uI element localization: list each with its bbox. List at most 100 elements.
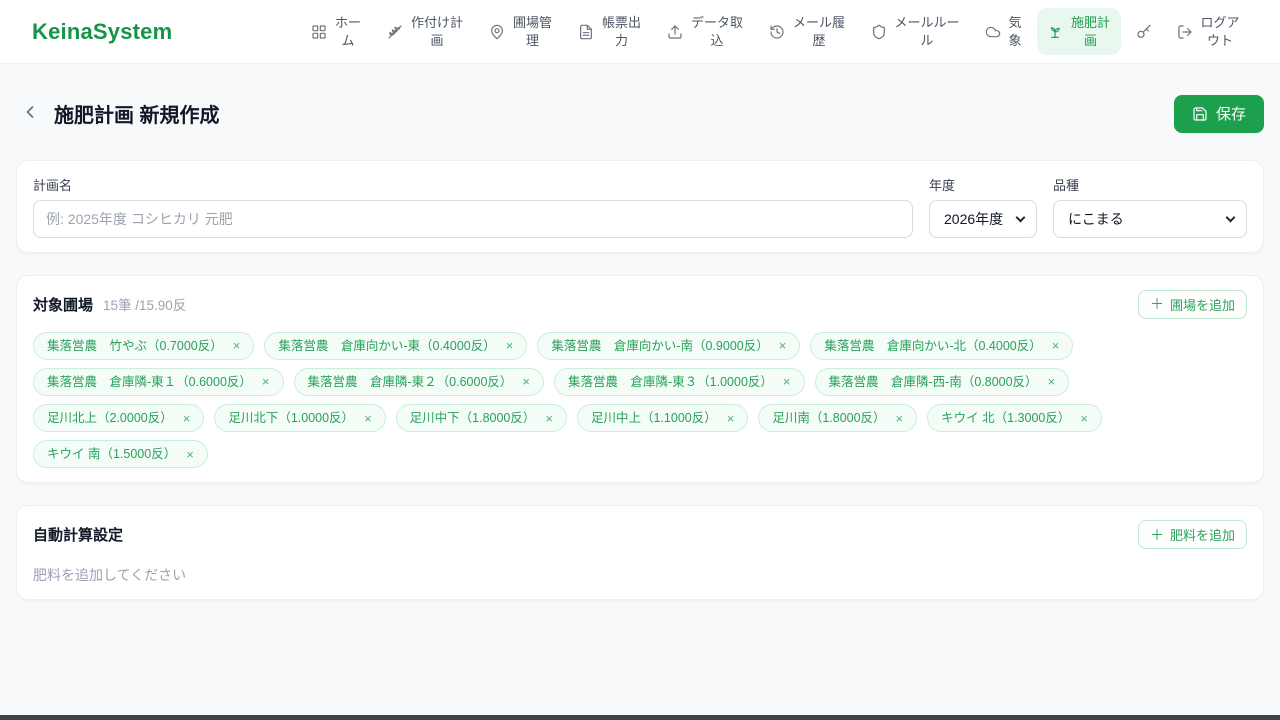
plan-name-input[interactable]: [33, 199, 913, 238]
field-chip: 集落営農 倉庫向かい-南（0.9000反） ×: [537, 331, 801, 360]
chip-remove-button[interactable]: ×: [545, 412, 553, 425]
plus-icon: ＋: [1149, 296, 1164, 313]
variety-field: 品種 にこまる: [1053, 175, 1247, 238]
nav-item-label: データ取込: [690, 14, 743, 48]
field-chip: 足川南（1.8000反） ×: [758, 404, 918, 433]
page-title: 施肥計画 新規作成: [54, 105, 220, 128]
field-chip-label: 集落営農 倉庫隣-東３（1.0000反）: [568, 374, 773, 389]
chip-remove-button[interactable]: ×: [183, 412, 191, 425]
nav-item-label: 施肥計画: [1070, 14, 1110, 48]
nav-menu: ホーム 作付け計画 圃場管理 帳票出力 データ取込 メール履歴 メールルール 気…: [301, 7, 1250, 56]
chip-remove-button[interactable]: ×: [896, 412, 904, 425]
nav-item-key[interactable]: [1126, 18, 1162, 46]
field-chip: 集落営農 倉庫向かい-東（0.4000反） ×: [264, 331, 528, 360]
year-select-wrap: 2026年度: [929, 199, 1037, 238]
file-text-icon: [578, 24, 594, 40]
field-chip-list: 集落営農 竹やぶ（0.7000反） × 集落営農 倉庫向かい-東（0.4000反）…: [33, 331, 1247, 469]
add-fertilizer-button[interactable]: ＋ 肥料を追加: [1137, 520, 1247, 550]
nav-item-label: 作付け計画: [410, 14, 463, 48]
field-chip: 集落営農 倉庫隣-東１（0.6000反） ×: [33, 367, 284, 397]
variety-label: 品種: [1053, 177, 1080, 193]
shield-icon: [871, 24, 887, 40]
year-select[interactable]: 2026年度: [929, 199, 1037, 238]
field-chip: 足川北下（1.0000反） ×: [214, 404, 386, 433]
nav-item-label: メールルール: [894, 14, 960, 48]
history-icon: [769, 24, 785, 40]
grid-icon: [311, 24, 327, 40]
top-navigation: KeinaSystem ホーム 作付け計画 圃場管理 帳票出力 データ取込 メー…: [0, 0, 1280, 64]
save-button[interactable]: 保存: [1173, 94, 1264, 133]
nav-item-label: メール履歴: [792, 14, 845, 48]
nav-item-mail-history[interactable]: メール履歴: [759, 8, 856, 55]
field-chip-label: 集落営農 倉庫隣-西-南（0.8000反）: [828, 374, 1038, 389]
chip-remove-button[interactable]: ×: [186, 448, 194, 461]
target-fields-title: 対象圃場: [33, 296, 94, 314]
field-chip: 集落営農 倉庫隣-東２（0.6000反） ×: [293, 367, 544, 397]
nav-item-mail-rules[interactable]: メールルール: [861, 8, 970, 55]
chip-remove-button[interactable]: ×: [1052, 339, 1060, 352]
field-chip-label: 集落営農 倉庫向かい-東（0.4000反）: [278, 338, 496, 353]
plan-form-card: 計画名 年度 2026年度 品種 にこまる: [16, 159, 1264, 253]
chip-remove-button[interactable]: ×: [779, 339, 787, 352]
add-fertilizer-button-label: 肥料を追加: [1169, 528, 1235, 544]
main-content: 施肥計画 新規作成 保存 計画名 年度 2026年度: [0, 86, 1280, 601]
plan-form-row: 計画名 年度 2026年度 品種 にこまる: [33, 175, 1247, 238]
target-fields-card: 対象圃場 15筆 /15.90反 ＋ 圃場を追加 集落営農 竹やぶ（0.7000…: [16, 274, 1264, 484]
chip-remove-button[interactable]: ×: [522, 375, 530, 388]
field-chip-label: 集落営農 竹やぶ（0.7000反）: [47, 338, 223, 353]
save-button-label: 保存: [1215, 106, 1246, 124]
variety-select[interactable]: にこまる: [1053, 199, 1247, 238]
auto-calc-title: 自動計算設定: [33, 527, 124, 545]
add-field-button-label: 圃場を追加: [1169, 297, 1235, 313]
nav-item-weather[interactable]: 気象: [975, 8, 1032, 55]
plus-icon: ＋: [1149, 526, 1164, 543]
nav-item-logout[interactable]: ログアウト: [1167, 8, 1250, 55]
fertilizer-empty-message: 肥料を追加してください: [33, 567, 187, 584]
chip-remove-button[interactable]: ×: [364, 412, 372, 425]
chip-remove-button[interactable]: ×: [727, 412, 735, 425]
key-icon: [1136, 24, 1152, 40]
nav-item-label: 帳票出力: [601, 14, 641, 48]
field-chip-label: 集落営農 倉庫隣-東２（0.6000反）: [307, 374, 513, 389]
field-chip-label: 足川北上（2.0000反）: [47, 411, 173, 426]
field-chip-label: 足川中上（1.1000反）: [590, 411, 717, 426]
brand-logo[interactable]: KeinaSystem: [32, 19, 172, 45]
chip-remove-button[interactable]: ×: [783, 375, 791, 388]
cloud-icon: [985, 24, 1001, 40]
field-chip: 足川中下（1.8000反） ×: [395, 404, 567, 433]
chip-remove-button[interactable]: ×: [1048, 375, 1056, 388]
auto-calc-header: 自動計算設定 ＋ 肥料を追加: [33, 520, 1247, 550]
chevron-left-icon: [20, 102, 40, 125]
year-label: 年度: [929, 177, 956, 193]
auto-calc-card: 自動計算設定 ＋ 肥料を追加 肥料を追加してください: [16, 505, 1264, 601]
chip-remove-button[interactable]: ×: [506, 339, 514, 352]
plan-name-label: 計画名: [33, 177, 73, 193]
nav-item-planting-plan[interactable]: 作付け計画: [377, 8, 474, 55]
chip-remove-button[interactable]: ×: [1080, 412, 1088, 425]
nav-item-home[interactable]: ホーム: [301, 8, 372, 55]
add-field-button[interactable]: ＋ 圃場を追加: [1137, 289, 1247, 319]
variety-select-wrap: にこまる: [1053, 199, 1247, 238]
field-chip-label: 足川北下（1.0000反）: [228, 411, 355, 426]
field-chip: キウイ 北（1.3000反） ×: [927, 404, 1102, 433]
nav-item-fertilization-plan[interactable]: 施肥計画: [1037, 7, 1121, 56]
back-button[interactable]: [16, 100, 44, 128]
field-chip: 足川北上（2.0000反） ×: [33, 404, 205, 433]
field-chip-label: 足川中下（1.8000反）: [409, 411, 536, 426]
nav-item-report-output[interactable]: 帳票出力: [568, 8, 652, 55]
field-chip: 足川中上（1.1000反） ×: [576, 404, 749, 433]
page-header: 施肥計画 新規作成 保存: [16, 86, 1264, 142]
field-chip: キウイ 南（1.5000反） ×: [33, 440, 208, 469]
logout-icon: [1177, 24, 1193, 40]
nav-item-data-import[interactable]: データ取込: [657, 8, 754, 55]
field-chip-label: 集落営農 倉庫隣-東１（0.6000反）: [47, 374, 252, 389]
upload-icon: [667, 24, 683, 40]
bottom-edge-bar: [0, 715, 1280, 720]
save-icon: [1192, 106, 1208, 122]
chip-remove-button[interactable]: ×: [262, 375, 270, 388]
nav-item-label: 気象: [1008, 14, 1022, 48]
nav-item-field-management[interactable]: 圃場管理: [479, 8, 563, 55]
field-chip-label: 集落営農 倉庫向かい-南（0.9000反）: [551, 338, 769, 353]
chip-remove-button[interactable]: ×: [233, 339, 241, 352]
target-fields-header: 対象圃場 15筆 /15.90反 ＋ 圃場を追加: [33, 289, 1247, 319]
